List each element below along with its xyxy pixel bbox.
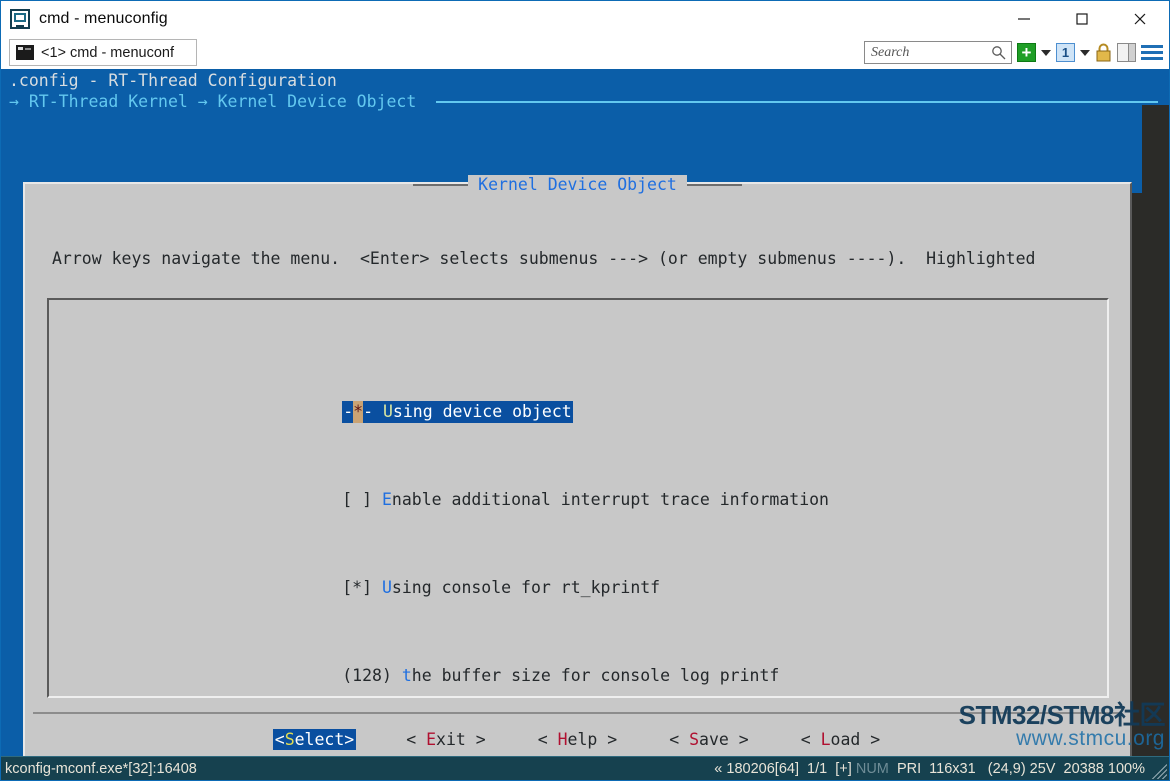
status-bar: kconfig-mconf.exe*[32]:16408 « 180206[64… [1,756,1169,780]
menu-item-prefix: (128) [342,666,402,685]
dialog-buttons: <Select> < Exit > < Help > < Save > < Lo… [25,724,1130,754]
menu-item-prefix: [*] [342,578,382,597]
status-scroll-marker: « [714,760,723,777]
menu-item-hotkey: U [382,402,393,421]
status-pri: PRI [896,760,922,777]
breadcrumb-rule [436,101,1158,103]
window-title: cmd - menuconfig [39,9,168,27]
lock-button[interactable] [1095,43,1112,62]
button-label: elp [567,729,598,749]
status-build: 180206[64] [726,760,799,777]
button-label: oad [830,729,861,749]
chevron-down-icon [1041,49,1051,56]
status-plus: [+] [835,760,852,777]
status-cursor: (24,9) 25V [987,760,1056,777]
menuconfig-dialog: Kernel Device Object Arrow keys navigate… [23,174,1132,756]
menu-item-label: sing device object [392,402,572,421]
menu-item-label: nable additional interrupt trace informa… [391,490,829,509]
tab-strip: <1> cmd - menuconf + 1 [1,36,1169,69]
search-icon [991,45,1006,65]
button-hotkey: L [820,729,831,749]
button-label: elect [294,729,345,749]
button-hotkey: E [426,729,437,749]
dialog-title-bar: Kernel Device Object [25,173,1130,195]
toolbar: + 1 [864,41,1169,64]
menu-item-prefix-2: - [363,402,383,421]
menu-items: -*- Using device object [ ] Enable addit… [223,313,829,756]
tab-cmd-menuconf[interactable]: <1> cmd - menuconf [9,39,197,66]
window-controls [995,1,1169,36]
plus-label: + [1021,43,1032,62]
menu-item-label: sing console for rt_kprintf [391,578,661,597]
resize-grip[interactable] [1149,759,1167,779]
menu-item-prefix: - [343,402,354,421]
breadcrumb: → RT-Thread Kernel → Kernel Device Objec… [9,92,417,111]
help-button[interactable]: < Help > [536,729,620,750]
terminal-right-shadow [1142,105,1169,756]
status-process-info: kconfig-mconf.exe*[32]:16408 [5,760,197,777]
tab-label: <1> cmd - menuconf [41,44,174,61]
menu-item-hotkey: E [381,490,392,509]
menu-item-selected[interactable]: -*- Using device object [342,401,573,423]
menu-listbox[interactable]: -*- Using device object [ ] Enable addit… [47,298,1109,756]
help-line: Arrow keys navigate the menu. <Enter> se… [52,249,1036,268]
status-zoom: 100% [1107,760,1145,777]
status-num: NUM [855,760,889,777]
window-list-button[interactable]: 1 [1056,43,1075,62]
exit-button[interactable]: < Exit > [404,729,488,750]
close-button[interactable] [1111,1,1169,36]
chevron-down-icon [1080,49,1090,56]
menu-item-label: he buffer size for console log printf [411,666,780,685]
search-input[interactable] [871,44,989,61]
dialog-title: Kernel Device Object [468,174,687,194]
menu-item-prefix: [ ] [342,490,382,509]
menu-item-hotkey: U [381,578,392,597]
panel-toggle-button[interactable] [1117,43,1136,62]
status-pages: 1/1 [807,760,828,777]
menu-item-enable-interrupt-trace[interactable]: [ ] Enable additional interrupt trace in… [223,467,829,509]
panel-icon [1117,43,1136,62]
console-window: cmd - menuconfig <1> cmd - menuconf Sear… [0,0,1170,781]
terminal-console[interactable]: .config - RT-Thread Configuration → RT-T… [1,69,1169,756]
terminal-icon [16,45,34,60]
status-right-group: « 180206[64] 1/1 [+] NUM PRI 116x31 (24,… [714,761,1169,777]
menu-item-using-console-kprintf[interactable]: [*] Using console for rt_kprintf [223,555,829,597]
button-hotkey: S [284,729,295,749]
select-button[interactable]: <Select> [272,728,357,750]
menu-button[interactable] [1141,43,1163,62]
button-label: xit [436,729,466,749]
console-app-icon [10,8,30,29]
title-bar: cmd - menuconfig [1,1,1169,36]
status-chars: 20388 [1063,760,1104,777]
search-box[interactable] [864,41,1012,64]
menu-item-console-buffer-size[interactable]: (128) the buffer size for console log pr… [223,643,829,685]
status-size: 116x31 [929,760,976,777]
lock-icon [1095,43,1112,62]
button-hotkey: S [689,729,700,749]
menu-item-using-device-object[interactable]: -*- Using device object [223,379,829,423]
dialog-separator [33,712,1122,714]
button-hotkey: H [557,729,568,749]
hamburger-menu-icon [1141,43,1163,62]
cursor-cell: * [353,401,364,423]
save-button[interactable]: < Save > [667,729,751,750]
new-tab-button[interactable]: + [1017,43,1036,62]
load-button[interactable]: < Load > [799,729,883,750]
window-number-label: 1 [1061,45,1070,60]
button-label: ave [699,729,729,749]
window-list-dropdown[interactable] [1080,49,1090,56]
new-tab-dropdown[interactable] [1041,49,1051,56]
minimize-button[interactable] [995,1,1053,36]
menu-item-hotkey: t [401,666,412,685]
config-header-title: .config - RT-Thread Configuration [9,71,337,90]
maximize-button[interactable] [1053,1,1111,36]
